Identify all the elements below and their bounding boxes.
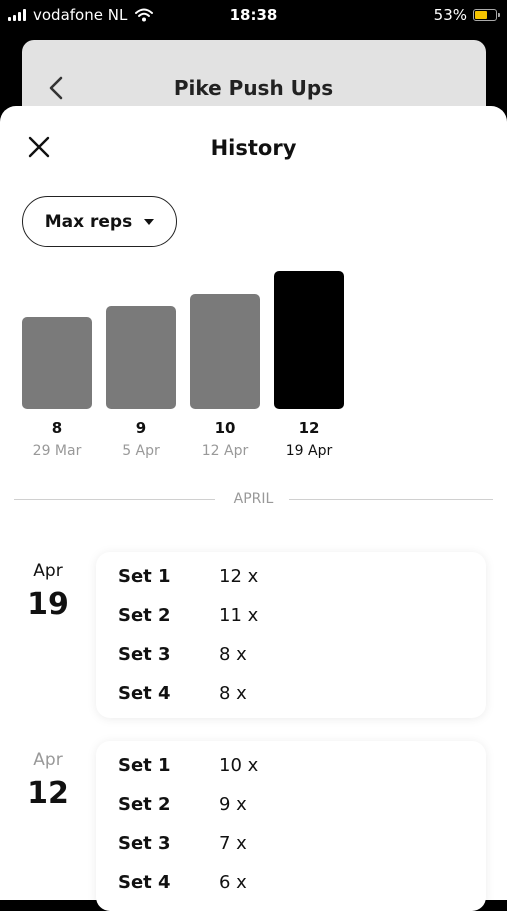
sheet-title: History xyxy=(210,136,297,160)
chart-bar-date: 5 Apr xyxy=(122,443,160,459)
chart-bar-date: 29 Mar xyxy=(32,443,82,459)
chart-bar[interactable] xyxy=(190,294,260,409)
set-row: Set 1 12 x xyxy=(118,566,258,587)
set-row: Set 2 11 x xyxy=(118,605,258,626)
set-label: Set 4 xyxy=(118,872,171,893)
set-reps: 10 x xyxy=(219,755,259,776)
battery-icon xyxy=(473,9,500,21)
set-label: Set 1 xyxy=(118,566,171,587)
set-row: Set 2 9 x xyxy=(118,794,247,815)
session-card[interactable]: Set 1 12 x Set 2 11 x Set 3 8 x Set 4 8 x xyxy=(96,552,486,718)
set-reps: 7 x xyxy=(219,833,247,854)
set-row: Set 3 7 x xyxy=(118,833,247,854)
chart-bar-date: 12 Apr xyxy=(201,443,249,459)
metric-dropdown[interactable]: Max reps xyxy=(22,196,177,247)
set-label: Set 3 xyxy=(118,833,171,854)
chart-bar-value: 8 xyxy=(51,419,63,437)
session-day: 12 xyxy=(27,776,69,811)
set-reps: 11 x xyxy=(219,605,259,626)
chevron-down-icon xyxy=(144,218,155,225)
set-row: Set 3 8 x xyxy=(118,644,247,665)
chart-bar[interactable] xyxy=(106,305,176,409)
chart-bar-value: 12 xyxy=(298,419,320,437)
history-sheet: History Max reps 8 29 Mar 9 5 Apr 10 12 Apr 12… xyxy=(0,106,507,911)
session-month: Apr xyxy=(33,750,63,770)
chart-bar[interactable] xyxy=(22,317,92,409)
chart-bar-value: 9 xyxy=(135,419,147,437)
session-card[interactable]: Set 1 10 x Set 2 9 x Set 3 7 x Set 4 6 x xyxy=(96,741,486,911)
clock: 18:38 xyxy=(229,6,278,24)
set-label: Set 2 xyxy=(118,794,171,815)
battery-group: 53% xyxy=(433,6,500,24)
set-reps: 6 x xyxy=(219,872,247,893)
set-row: Set 4 6 x xyxy=(118,872,247,893)
chart-bar-date: 19 Apr xyxy=(285,443,333,459)
set-reps: 8 x xyxy=(219,683,247,704)
set-reps: 12 x xyxy=(219,566,259,587)
session-day: 19 xyxy=(27,587,69,622)
set-row: Set 1 10 x xyxy=(118,755,258,776)
session-month: Apr xyxy=(33,561,63,581)
month-separator: APRIL xyxy=(233,491,274,507)
exercise-title: Pike Push Ups xyxy=(173,76,334,100)
metric-dropdown-label: Max reps xyxy=(44,211,133,232)
battery-percentage: 53% xyxy=(433,6,467,24)
set-reps: 8 x xyxy=(219,644,247,665)
chart-bar-value: 10 xyxy=(214,419,236,437)
chart-bar[interactable] xyxy=(274,271,344,409)
set-label: Set 2 xyxy=(118,605,171,626)
set-label: Set 4 xyxy=(118,683,171,704)
status-bar: vodafone NL 18:38 53% xyxy=(0,0,507,32)
set-label: Set 3 xyxy=(118,644,171,665)
set-row: Set 4 8 x xyxy=(118,683,247,704)
set-reps: 9 x xyxy=(219,794,247,815)
set-label: Set 1 xyxy=(118,755,171,776)
